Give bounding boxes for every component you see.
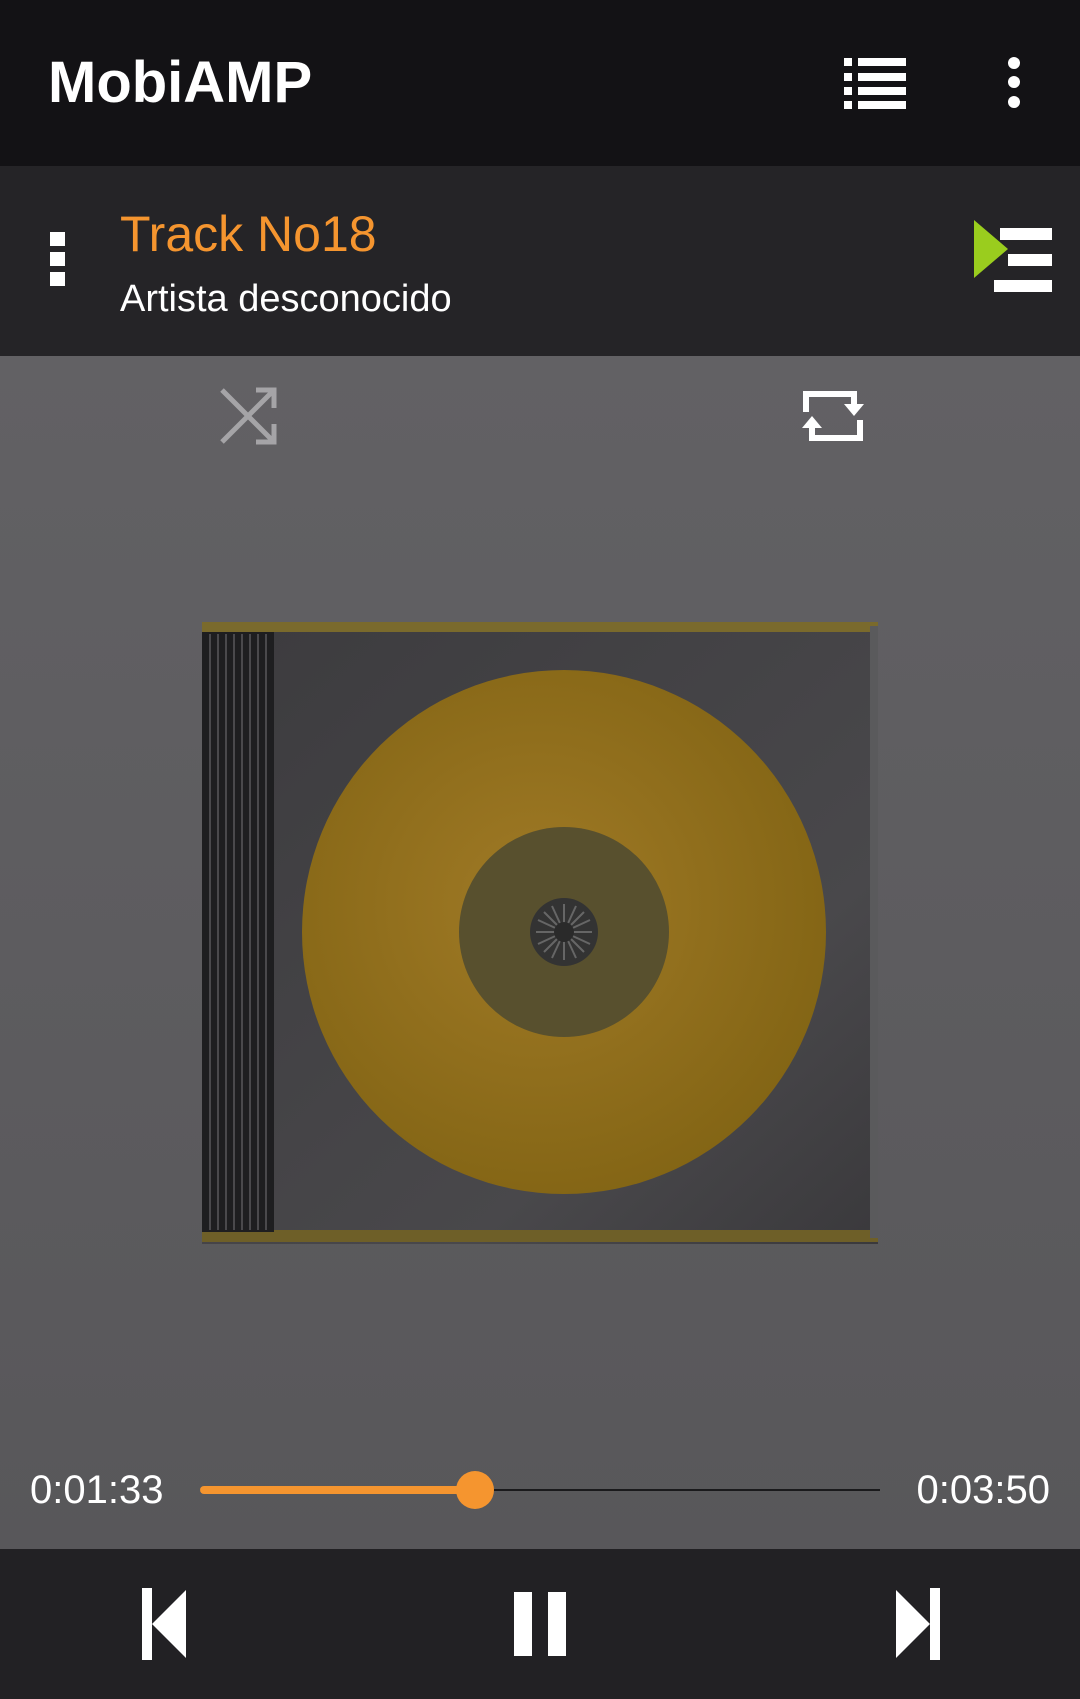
seek-progress [200,1486,475,1494]
track-title: Track No18 [120,206,377,262]
total-duration: 0:03:50 [916,1468,1050,1512]
album-art [200,618,880,1253]
seek-bar[interactable] [200,1470,880,1510]
track-artist: Artista desconocido [120,278,452,320]
pause-icon[interactable] [512,1592,568,1656]
seek-thumb[interactable] [455,1471,494,1509]
app-bar: MobiAMP [0,0,1080,166]
play-queue-icon[interactable] [972,218,1054,298]
shuffle-icon[interactable] [216,384,280,448]
list-icon[interactable] [842,55,908,111]
more-vert-icon[interactable] [1000,56,1028,110]
elapsed-time: 0:01:33 [30,1468,164,1512]
previous-icon[interactable] [140,1588,190,1660]
app-title: MobiAMP [48,50,313,115]
next-icon[interactable] [892,1588,942,1660]
repeat-icon[interactable] [800,384,866,448]
track-menu-icon[interactable] [46,230,70,290]
